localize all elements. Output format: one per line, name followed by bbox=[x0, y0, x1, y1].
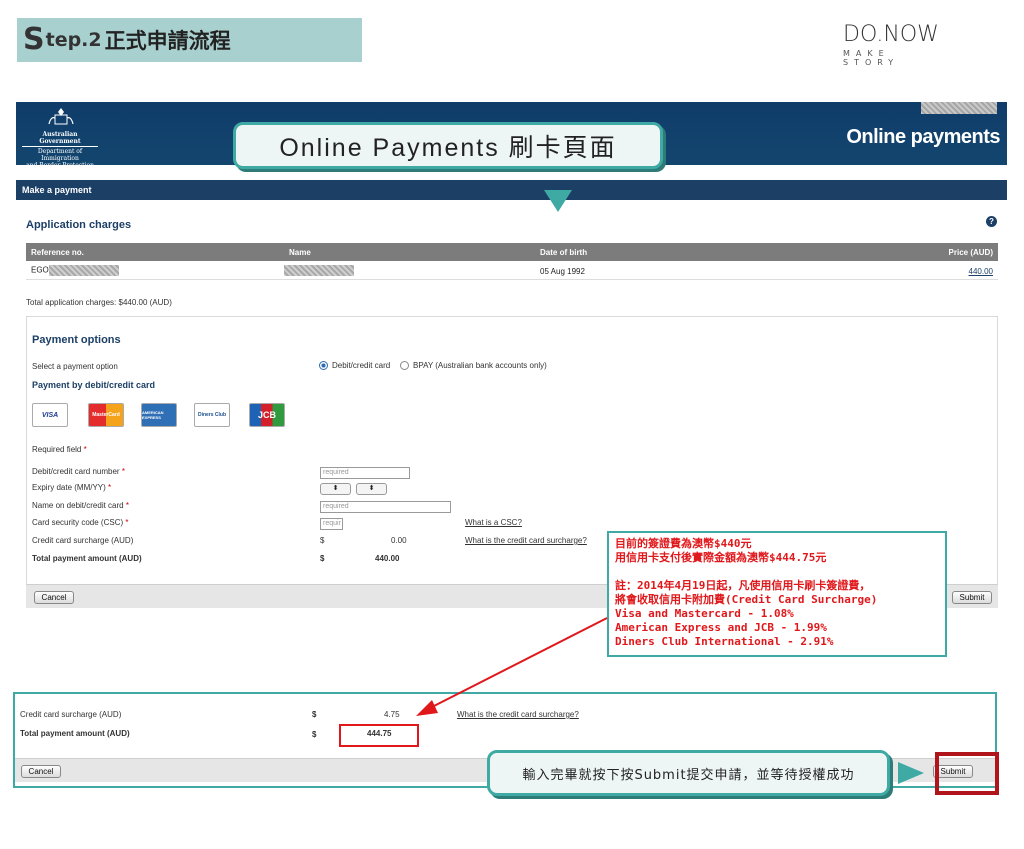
charges-table-header: Reference no. Name Date of birth Price (… bbox=[26, 243, 998, 261]
callout-submit-instruction: 輸入完畢就按下按Submit提交申請，並等待授權成功 bbox=[487, 750, 890, 796]
name-on-card-input[interactable]: required bbox=[320, 501, 451, 513]
expiry-label: Expiry date (MM/YY) * bbox=[32, 483, 111, 492]
redacted-name bbox=[284, 265, 354, 276]
card-number-input[interactable]: required bbox=[320, 467, 410, 479]
surcharge-label: Credit card surcharge (AUD) bbox=[32, 536, 134, 545]
what-is-csc-link[interactable]: What is a CSC? bbox=[465, 518, 522, 527]
step-number: tep.2 bbox=[45, 29, 102, 51]
redacted-block bbox=[921, 102, 997, 114]
note-line: American Express and JCB - 1.99% bbox=[615, 621, 827, 634]
brand-name: DO.NOW bbox=[843, 22, 939, 47]
csc-label: Card security code (CSC) * bbox=[32, 518, 129, 527]
step-initial: S bbox=[23, 22, 45, 57]
col-price: Price (AUD) bbox=[948, 248, 993, 257]
note-line: Visa and Mastercard - 1.08% bbox=[615, 607, 794, 620]
callout-pointer bbox=[544, 190, 572, 212]
radio-bpay[interactable] bbox=[400, 361, 409, 371]
price-link[interactable]: 440.00 bbox=[969, 267, 993, 276]
select-option-label: Select a payment option bbox=[32, 362, 118, 371]
required-field-note: Required field * bbox=[32, 445, 87, 454]
mastercard-logo: MasterCard bbox=[88, 403, 124, 427]
surcharge-currency: $ bbox=[320, 536, 325, 545]
col-dob: Date of birth bbox=[540, 248, 588, 257]
gov-line-3: and Border Protection bbox=[26, 162, 94, 169]
expiry-year-select[interactable]: ⬍ bbox=[356, 483, 387, 495]
required-star: * bbox=[108, 483, 112, 492]
reference-prefix: EGO bbox=[31, 265, 49, 275]
visa-logo: VISA bbox=[32, 403, 68, 427]
submit-button[interactable]: Submit bbox=[952, 591, 992, 604]
table-row: EGO 05 Aug 1992 440.00 bbox=[26, 262, 998, 280]
total-label: Total payment amount (AUD) bbox=[32, 554, 142, 563]
radio-bpay-label: BPAY (Australian bank accounts only) bbox=[413, 361, 547, 370]
total-currency: $ bbox=[320, 554, 325, 563]
zoom-total-currency: $ bbox=[312, 730, 317, 739]
help-icon[interactable]: ? bbox=[986, 216, 997, 227]
what-is-surcharge-link[interactable]: What is the credit card surcharge? bbox=[465, 536, 587, 545]
cancel-button[interactable]: Cancel bbox=[34, 591, 74, 604]
card-number-label: Debit/credit card number * bbox=[32, 467, 125, 476]
gov-line-1: Australian Government bbox=[22, 131, 98, 147]
application-charges-heading: Application charges bbox=[26, 219, 132, 231]
expiry-text: Expiry date (MM/YY) bbox=[32, 483, 106, 492]
required-star: * bbox=[121, 467, 125, 476]
jcb-logo: JCB bbox=[249, 403, 285, 427]
amex-logo: AMERICAN EXPRESS bbox=[141, 403, 177, 427]
diners-logo: Diners Club bbox=[194, 403, 230, 427]
gov-line-2: Department of Immigration bbox=[37, 148, 83, 162]
reference-cell: EGO bbox=[31, 265, 119, 276]
radio-card[interactable] bbox=[319, 361, 328, 371]
note-gap bbox=[615, 565, 939, 579]
zoom-surcharge-currency: $ bbox=[312, 710, 317, 719]
total-application-charges: Total application charges: $440.00 (AUD) bbox=[26, 298, 172, 307]
site-title: Online payments bbox=[846, 126, 1000, 148]
note-line: 目前的簽證費為澳幣$440元 bbox=[615, 537, 752, 550]
name-cell bbox=[284, 265, 354, 276]
csc-text: Card security code (CSC) bbox=[32, 518, 124, 527]
gov-logo-text: Australian Government Department of Immi… bbox=[22, 131, 98, 169]
note-line: 用信用卡支付後實際金額為澳幣$444.75元 bbox=[615, 551, 827, 564]
total-highlight-box bbox=[339, 724, 419, 747]
name-on-card-label: Name on debit/credit card * bbox=[32, 501, 129, 510]
name-on-card-text: Name on debit/credit card bbox=[32, 501, 124, 510]
radio-card-option[interactable]: Debit/credit card bbox=[319, 361, 391, 371]
required-star: * bbox=[83, 445, 87, 454]
dob-cell: 05 Aug 1992 bbox=[540, 267, 585, 276]
note-line: 註：2014年4月19日起，凡使用信用卡刷卡簽證費， bbox=[615, 579, 871, 592]
note-line: 將會收取信用卡附加費(Credit Card Surcharge) bbox=[615, 593, 878, 606]
step-banner: S tep.2 正式申請流程 bbox=[17, 18, 362, 62]
required-star: * bbox=[125, 501, 129, 510]
surcharge-note: 目前的簽證費為澳幣$440元 用信用卡支付後實際金額為澳幣$444.75元 註：… bbox=[607, 531, 947, 657]
zoom-surcharge-label: Credit card surcharge (AUD) bbox=[20, 710, 122, 719]
make-payment-bar: Make a payment bbox=[16, 180, 1007, 200]
total-value: 440.00 bbox=[375, 554, 400, 563]
zoom-surcharge-link[interactable]: What is the credit card surcharge? bbox=[457, 710, 579, 719]
step-title: 正式申請流程 bbox=[104, 29, 231, 53]
note-line: Diners Club International - 2.91% bbox=[615, 635, 834, 648]
zoom-cancel-button[interactable]: Cancel bbox=[21, 765, 61, 778]
expiry-month-select[interactable]: ⬍ bbox=[320, 483, 351, 495]
radio-bpay-option[interactable]: BPAY (Australian bank accounts only) bbox=[400, 361, 547, 371]
zoom-surcharge-value: 4.75 bbox=[384, 710, 400, 719]
payment-by-card-heading: Payment by debit/credit card bbox=[32, 380, 156, 390]
callout-bottom-pointer bbox=[898, 762, 924, 784]
col-reference: Reference no. bbox=[31, 248, 84, 257]
radio-card-label: Debit/credit card bbox=[332, 361, 391, 370]
zoom-total-label: Total payment amount (AUD) bbox=[20, 729, 130, 738]
callout-online-payments: Online Payments 刷卡頁面 bbox=[233, 122, 663, 169]
surcharge-value: 0.00 bbox=[391, 536, 407, 545]
col-name: Name bbox=[289, 248, 311, 257]
brand-tagline: MAKE STORY bbox=[843, 49, 900, 67]
card-number-text: Debit/credit card number bbox=[32, 467, 120, 476]
brand-logo: DO.NOW MAKE STORY bbox=[843, 22, 953, 68]
redacted-reference bbox=[48, 265, 119, 276]
coat-of-arms-icon bbox=[48, 108, 74, 125]
submit-highlight-box bbox=[935, 752, 999, 795]
payment-options-heading: Payment options bbox=[32, 334, 121, 346]
required-star: * bbox=[125, 518, 129, 527]
csc-input[interactable]: requir bbox=[320, 518, 343, 530]
required-field-label: Required field bbox=[32, 445, 82, 454]
